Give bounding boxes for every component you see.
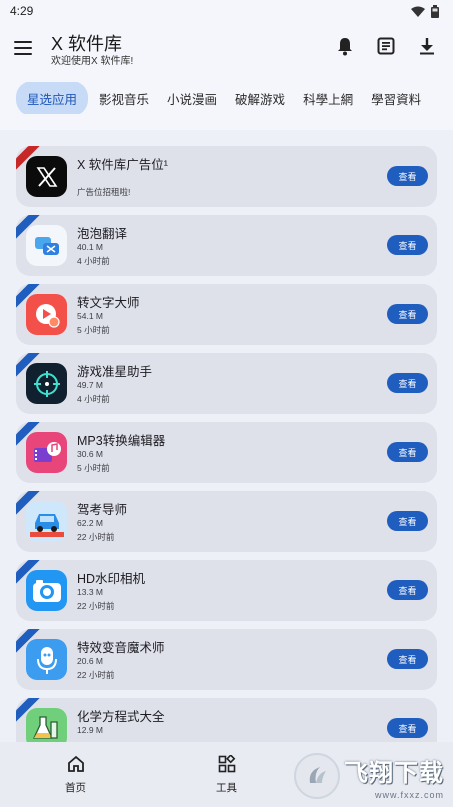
- play-text-icon: [26, 294, 67, 335]
- app-card[interactable]: 泡泡翻译 40.1 M 4 小时前 查看: [16, 215, 437, 276]
- watermark-logo: [294, 753, 340, 799]
- view-button[interactable]: 查看: [387, 166, 428, 186]
- wifi-icon: [411, 6, 425, 17]
- watermark-title: 飞翔下载: [344, 759, 444, 787]
- app-time: 22 小时前: [77, 532, 115, 542]
- status-icons: [411, 4, 439, 18]
- x-logo-icon: [26, 156, 67, 197]
- app-time: 4 小时前: [77, 256, 110, 266]
- view-button[interactable]: 查看: [387, 511, 428, 531]
- tab-video-music[interactable]: 影视音乐: [92, 82, 156, 114]
- crosshair-icon: [26, 363, 67, 404]
- view-button[interactable]: 查看: [387, 373, 428, 393]
- app-size: 20.6 M: [77, 656, 103, 666]
- app-name: 特效变音魔术师: [77, 641, 165, 655]
- home-icon: [66, 754, 86, 774]
- battery-icon: [431, 4, 439, 18]
- microphone-icon: [26, 639, 67, 680]
- top-actions: [333, 34, 439, 58]
- app-size: 40.1 M: [77, 242, 103, 252]
- app-time: 22 小时前: [77, 601, 115, 611]
- app-size: 54.1 M: [77, 311, 103, 321]
- app-card[interactable]: 游戏准星助手 49.7 M 4 小时前 查看: [16, 353, 437, 414]
- flask-icon: [26, 708, 67, 742]
- tools-grid-icon: [217, 754, 237, 774]
- category-tabs: 星选应用 影视音乐 小说漫画 破解游戏 科學上網 學習資料: [16, 82, 446, 114]
- app-card[interactable]: MP3转换编辑器 30.6 M 5 小时前 查看: [16, 422, 437, 483]
- tab-science-internet[interactable]: 科學上網: [296, 82, 360, 114]
- notes-icon[interactable]: [374, 34, 398, 58]
- app-size: 49.7 M: [77, 380, 103, 390]
- app-name: 泡泡翻译: [77, 227, 128, 241]
- watermark-url: www.fxxz.com: [374, 789, 444, 800]
- app-ad-text: 广告位招租啦!: [77, 187, 131, 197]
- music-film-icon: [26, 432, 67, 473]
- nav-home[interactable]: 首页: [0, 742, 151, 807]
- app-name: HD水印相机: [77, 572, 146, 586]
- app-list: X 软件库广告位¹ 广告位招租啦! 查看 泡泡翻译 40.1 M 4 小时前 查…: [0, 130, 453, 742]
- app-card[interactable]: HD水印相机 13.3 M 22 小时前 查看: [16, 560, 437, 621]
- status-time: 4:29: [10, 4, 34, 18]
- tab-featured[interactable]: 星选应用: [16, 82, 89, 114]
- app-size: 62.2 M: [77, 518, 103, 528]
- app-time: 22 小时前: [77, 670, 115, 680]
- app-name: 化学方程式大全: [77, 710, 165, 724]
- bell-icon[interactable]: [333, 34, 357, 58]
- app-name: 驾考导师: [77, 503, 128, 517]
- bubble-translate-icon: [26, 225, 67, 266]
- download-icon[interactable]: [415, 34, 439, 58]
- nav-home-label: 首页: [65, 782, 86, 794]
- tab-study-materials[interactable]: 學習資料: [364, 82, 428, 114]
- watermark: 飞翔下载 www.fxxz.com: [288, 745, 453, 807]
- status-bar: 4:29: [0, 0, 453, 22]
- watermark-text: 飞翔下载 www.fxxz.com: [344, 753, 444, 800]
- app-card[interactable]: 驾考导师 62.2 M 22 小时前 查看: [16, 491, 437, 552]
- app-size: 12.9 M: [77, 725, 103, 735]
- app-size: 13.3 M: [77, 587, 103, 597]
- app-name: X 软件库广告位¹: [77, 158, 168, 172]
- app-bar: X 软件库 欢迎使用X 软件库!: [0, 26, 453, 74]
- menu-icon[interactable]: [12, 38, 34, 58]
- camera-icon: [26, 570, 67, 611]
- view-button[interactable]: 查看: [387, 304, 428, 324]
- tab-cracked-games[interactable]: 破解游戏: [228, 82, 292, 114]
- app-card[interactable]: 特效变音魔术师 20.6 M 22 小时前 查看: [16, 629, 437, 690]
- view-button[interactable]: 查看: [387, 580, 428, 600]
- app-card[interactable]: X 软件库广告位¹ 广告位招租啦! 查看: [16, 146, 437, 207]
- view-button[interactable]: 查看: [387, 235, 428, 255]
- app-size: 30.6 M: [77, 449, 103, 459]
- app-time: 5 小时前: [77, 325, 110, 335]
- app-time: 5 小时前: [77, 463, 110, 473]
- tab-novel-comic[interactable]: 小说漫画: [160, 82, 224, 114]
- car-icon: [26, 501, 67, 542]
- app-subtitle: 欢迎使用X 软件库!: [51, 56, 134, 67]
- app-name: 转文字大师: [77, 296, 140, 310]
- app-time: 4 小时前: [77, 394, 110, 404]
- app-name: MP3转换编辑器: [77, 434, 166, 448]
- nav-tools-label: 工具: [216, 782, 237, 794]
- app-card[interactable]: 转文字大师 54.1 M 5 小时前 查看: [16, 284, 437, 345]
- app-name: 游戏准星助手: [77, 365, 153, 379]
- nav-tools[interactable]: 工具: [151, 742, 302, 807]
- view-button[interactable]: 查看: [387, 649, 428, 669]
- view-button[interactable]: 查看: [387, 442, 428, 462]
- view-button[interactable]: 查看: [387, 718, 428, 738]
- app-card[interactable]: 化学方程式大全 12.9 M 查看: [16, 698, 437, 742]
